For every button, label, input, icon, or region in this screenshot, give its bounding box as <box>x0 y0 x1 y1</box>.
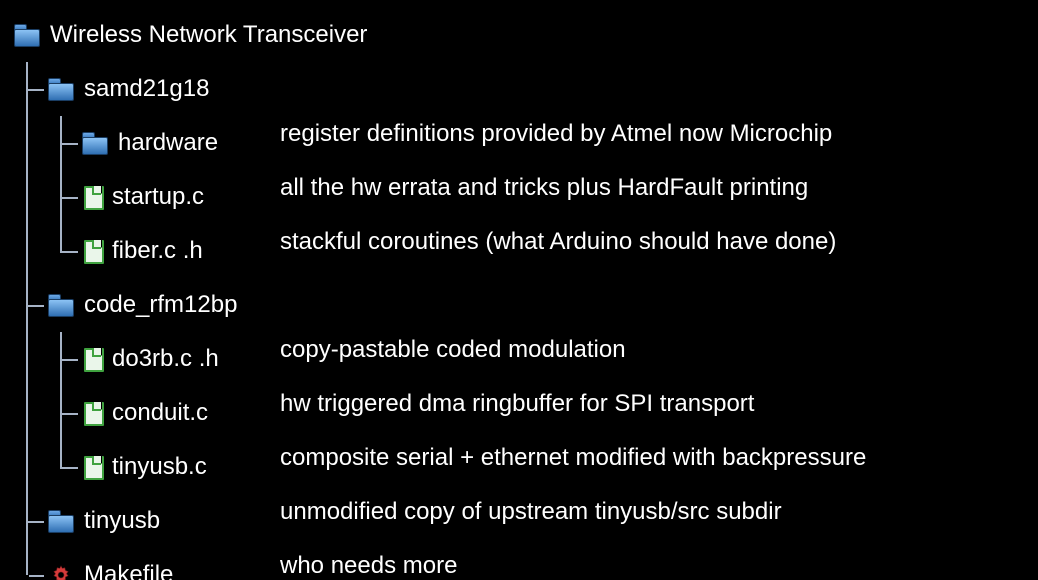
node-label: tinyusb <box>84 507 160 535</box>
node-desc: composite serial + ethernet modified wit… <box>280 444 866 472</box>
node-label: fiber.c .h <box>112 237 203 265</box>
file-icon <box>82 402 102 424</box>
node-label: do3rb.c .h <box>112 345 219 373</box>
file-icon <box>82 186 102 208</box>
node-label: Wireless Network Transceiver <box>50 21 367 49</box>
node-desc: all the hw errata and tricks plus HardFa… <box>280 174 808 202</box>
node-label: tinyusb.c <box>112 453 207 481</box>
node-label: startup.c <box>112 183 204 211</box>
tree-row-rfm[interactable]: code_rfm12bp <box>14 278 1038 332</box>
file-tree: Wireless Network Transceiver samd21g18 <box>0 0 1038 580</box>
tree-row-root[interactable]: Wireless Network Transceiver <box>14 8 1038 62</box>
node-label: conduit.c <box>112 399 208 427</box>
node-desc: stackful coroutines (what Arduino should… <box>280 228 836 256</box>
node-label: hardware <box>118 129 218 157</box>
node-label: Makefile <box>84 561 173 580</box>
file-icon <box>82 456 102 478</box>
folder-icon <box>48 78 74 100</box>
folder-icon <box>48 294 74 316</box>
file-icon <box>82 348 102 370</box>
node-label: samd21g18 <box>84 75 209 103</box>
tree-row-makefile[interactable]: Makefile <box>14 548 1038 580</box>
file-icon <box>82 240 102 262</box>
node-desc: unmodified copy of upstream tinyusb/src … <box>280 498 782 526</box>
folder-icon <box>14 24 40 46</box>
node-desc: hw triggered dma ringbuffer for SPI tran… <box>280 390 754 418</box>
tree-row-samd21g18[interactable]: samd21g18 <box>14 62 1038 116</box>
folder-icon <box>48 510 74 532</box>
node-label: code_rfm12bp <box>84 291 237 319</box>
node-desc: copy-pastable coded modulation <box>280 336 626 364</box>
gear-icon <box>48 564 74 580</box>
folder-icon <box>82 132 108 154</box>
node-desc: who needs more <box>280 552 457 580</box>
node-desc: register definitions provided by Atmel n… <box>280 120 832 148</box>
